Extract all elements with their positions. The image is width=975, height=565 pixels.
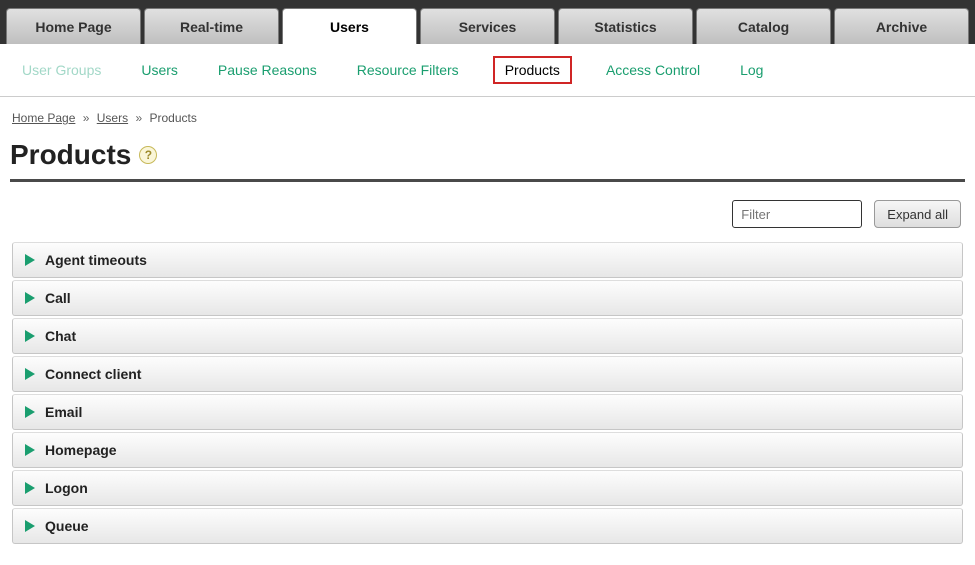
accordion-item-logon[interactable]: Logon: [12, 470, 963, 506]
accordion-item-call[interactable]: Call: [12, 280, 963, 316]
breadcrumb-separator: »: [83, 111, 90, 125]
expand-icon: [25, 520, 35, 532]
accordion-item-chat[interactable]: Chat: [12, 318, 963, 354]
accordion-label: Call: [45, 290, 71, 306]
expand-all-button[interactable]: Expand all: [874, 200, 961, 228]
subnav-log[interactable]: Log: [734, 58, 769, 82]
breadcrumb-home[interactable]: Home Page: [12, 111, 75, 125]
accordion-item-homepage[interactable]: Homepage: [12, 432, 963, 468]
accordion: Agent timeouts Call Chat Connect client …: [0, 242, 975, 560]
expand-icon: [25, 444, 35, 456]
breadcrumb-separator: »: [135, 111, 142, 125]
subnav-pause-reasons[interactable]: Pause Reasons: [212, 58, 323, 82]
sub-nav: User Groups Users Pause Reasons Resource…: [0, 44, 975, 97]
tab-real-time[interactable]: Real-time: [144, 8, 279, 44]
subnav-user-groups[interactable]: User Groups: [16, 58, 107, 82]
accordion-label: Queue: [45, 518, 89, 534]
accordion-label: Logon: [45, 480, 88, 496]
accordion-label: Email: [45, 404, 82, 420]
expand-icon: [25, 292, 35, 304]
subnav-resource-filters[interactable]: Resource Filters: [351, 58, 465, 82]
tab-users[interactable]: Users: [282, 8, 417, 44]
page-title: Products: [10, 139, 131, 171]
accordion-label: Connect client: [45, 366, 141, 382]
tab-catalog[interactable]: Catalog: [696, 8, 831, 44]
toolbar: Expand all: [0, 182, 975, 242]
tab-home-page[interactable]: Home Page: [6, 8, 141, 44]
accordion-label: Homepage: [45, 442, 117, 458]
top-strip: [0, 0, 975, 8]
accordion-item-connect-client[interactable]: Connect client: [12, 356, 963, 392]
tab-archive[interactable]: Archive: [834, 8, 969, 44]
accordion-item-queue[interactable]: Queue: [12, 508, 963, 544]
subnav-access-control[interactable]: Access Control: [600, 58, 706, 82]
expand-icon: [25, 330, 35, 342]
subnav-users[interactable]: Users: [135, 58, 184, 82]
accordion-item-email[interactable]: Email: [12, 394, 963, 430]
accordion-label: Agent timeouts: [45, 252, 147, 268]
tab-statistics[interactable]: Statistics: [558, 8, 693, 44]
expand-icon: [25, 254, 35, 266]
subnav-products[interactable]: Products: [493, 56, 572, 84]
breadcrumb-current: Products: [149, 111, 196, 125]
expand-icon: [25, 406, 35, 418]
expand-icon: [25, 368, 35, 380]
help-icon[interactable]: ?: [139, 146, 157, 164]
page-heading: Products ?: [0, 135, 975, 179]
breadcrumb-users[interactable]: Users: [97, 111, 128, 125]
breadcrumb: Home Page » Users » Products: [0, 97, 975, 135]
expand-icon: [25, 482, 35, 494]
accordion-label: Chat: [45, 328, 76, 344]
tab-services[interactable]: Services: [420, 8, 555, 44]
filter-input[interactable]: [732, 200, 862, 228]
main-tabs-row: Home Page Real-time Users Services Stati…: [0, 8, 975, 44]
accordion-item-agent-timeouts[interactable]: Agent timeouts: [12, 242, 963, 278]
